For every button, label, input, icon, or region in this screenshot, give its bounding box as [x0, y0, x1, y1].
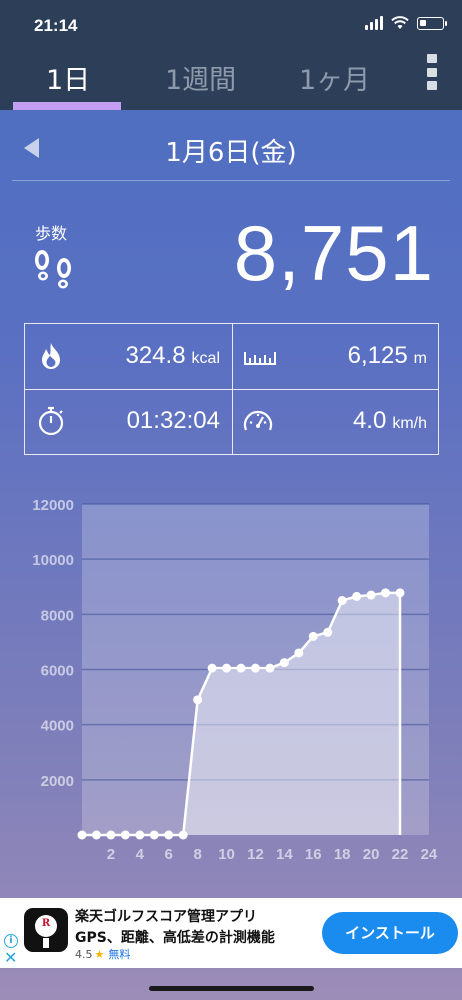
chart-point: [294, 648, 304, 658]
install-button[interactable]: インストール: [322, 912, 458, 954]
ad-subtitle[interactable]: GPS、距離、高低差の計測機能: [75, 927, 275, 947]
active-tab-indicator: [13, 102, 121, 110]
chart-y-tick-label: 6000: [41, 663, 74, 680]
date-label: 1月6日(金): [165, 138, 297, 168]
tab-1-week[interactable]: 1週間: [165, 58, 236, 97]
speed-cell: 4.0 km/h: [232, 389, 439, 454]
chart-y-tick-label: 12000: [32, 497, 74, 514]
chart-x-tick-label: 16: [305, 846, 322, 863]
speed-value: 4.0 km/h: [352, 407, 427, 434]
chart-y-tick-label: 10000: [32, 552, 74, 569]
more-menu-icon[interactable]: [427, 54, 441, 90]
signal-icon: [365, 16, 383, 30]
distance-cell: 6,125 m: [232, 324, 439, 389]
chart-x-tick-label: 24: [421, 846, 438, 863]
chart-y-tick-label: 8000: [41, 607, 74, 624]
chart-point: [352, 591, 362, 601]
chart-x-tick-label: 14: [276, 846, 293, 863]
chart-x-tick-label: 22: [392, 846, 409, 863]
steps-value: 8,751: [233, 209, 434, 297]
chart-point: [381, 588, 391, 598]
chart-point: [366, 590, 376, 600]
ruler-icon: [244, 352, 276, 365]
stopwatch-icon: [38, 406, 64, 436]
chart-point: [149, 830, 159, 840]
ad-info-icon[interactable]: i: [4, 934, 18, 948]
battery-icon: [417, 16, 447, 30]
stats-grid: 324.8 kcal 6,125 m 01:32:04 4.0 km/h: [24, 323, 439, 455]
chart-x-tick-label: 4: [136, 846, 145, 863]
chart-x-tick-label: 10: [218, 846, 235, 863]
chart-point: [250, 663, 260, 673]
wifi-icon: [391, 16, 409, 29]
distance-value: 6,125 m: [347, 342, 427, 369]
chart-point: [135, 830, 145, 840]
chart-point: [265, 663, 275, 673]
status-icons: [365, 16, 447, 30]
chart-point: [236, 663, 246, 673]
ad-rating: 4.5 ★ 無料: [75, 948, 131, 961]
chart-point: [106, 830, 116, 840]
chart-point: [164, 830, 174, 840]
chart-point: [395, 588, 405, 598]
time-value: 01:32:04: [126, 407, 220, 434]
chart-x-tick-label: 20: [363, 846, 380, 863]
chart-y-tick-label: 4000: [41, 718, 74, 735]
calories-cell: 324.8 kcal: [25, 324, 232, 389]
chart-point: [77, 830, 87, 840]
chart-point: [120, 830, 130, 840]
calories-value: 324.8 kcal: [125, 342, 220, 369]
chart-x-tick-label: 2: [107, 846, 115, 863]
ad-app-icon[interactable]: R: [24, 908, 68, 952]
speedometer-icon: [243, 410, 273, 431]
chart-point: [308, 631, 318, 641]
tab-1-day[interactable]: 1日: [46, 58, 90, 97]
chart-x-tick-label: 18: [334, 846, 351, 863]
star-icon: ★: [94, 948, 105, 961]
chart-point: [222, 663, 232, 673]
ad-title[interactable]: 楽天ゴルフスコア管理アプリ: [75, 906, 257, 926]
divider: [12, 180, 450, 181]
chart-y-tick-label: 2000: [41, 773, 74, 790]
status-time: 21:14: [34, 16, 78, 35]
ad-banner[interactable]: R 楽天ゴルフスコア管理アプリ GPS、距離、高低差の計測機能 4.5 ★ 無料 イ…: [0, 898, 462, 968]
chart-x-tick-label: 8: [193, 846, 201, 863]
chart-point: [91, 830, 101, 840]
chart-point: [337, 596, 347, 606]
chart-point: [323, 627, 333, 637]
tab-1-month[interactable]: 1ヶ月: [299, 58, 370, 97]
steps-label: 歩数: [35, 224, 68, 243]
footprints-icon: [35, 250, 71, 289]
ad-close-icon[interactable]: ✕: [4, 950, 17, 966]
status-bar: 21:14: [0, 0, 462, 52]
chart-x-tick-label: 6: [165, 846, 173, 863]
chart-point: [207, 663, 217, 673]
time-cell: 01:32:04: [25, 389, 232, 454]
flame-icon: [42, 343, 60, 369]
chart-point: [178, 830, 188, 840]
chart-point: [279, 658, 289, 668]
steps-chart: 200040006000800010000120002 4 6 8 10 12 14 16 18…: [32, 497, 438, 863]
chart-x-tick-label: 12: [247, 846, 264, 863]
chart-point: [193, 695, 203, 705]
home-indicator: [149, 986, 314, 991]
period-tabs: 1日 1週間 1ヶ月: [0, 52, 462, 110]
date-navigation: 1月6日(金): [0, 116, 462, 180]
